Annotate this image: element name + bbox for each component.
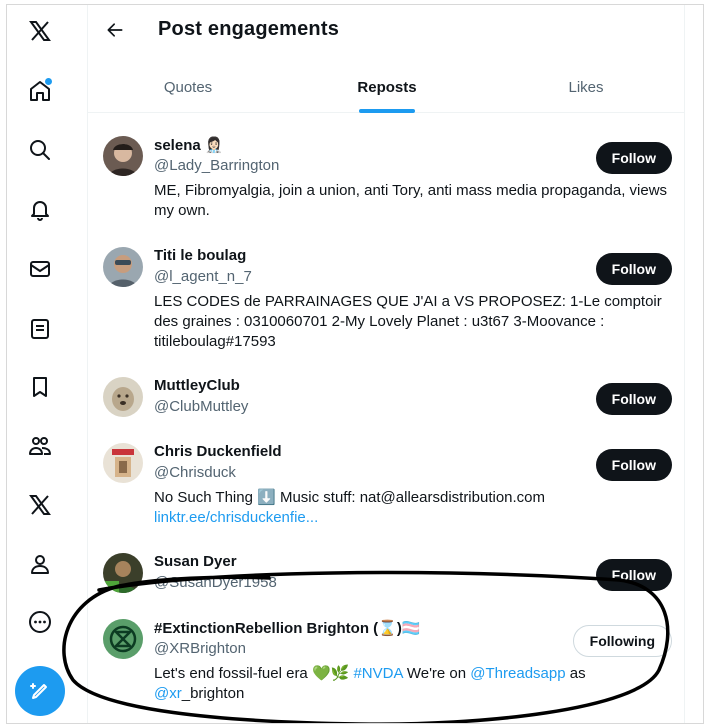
communities-icon[interactable]	[26, 432, 54, 460]
user-cell[interactable]: Susan Dyer @SusanDyer1958 Follow	[88, 553, 684, 603]
notification-dot	[45, 78, 52, 85]
app-window: Post engagements Quotes Reposts Likes se…	[6, 4, 704, 724]
avatar[interactable]	[103, 247, 143, 287]
tab-reposts[interactable]: Reposts	[287, 61, 487, 113]
user-handle[interactable]: @l_agent_n_7	[154, 268, 252, 285]
user-handle[interactable]: @ClubMuttley	[154, 398, 248, 415]
user-name[interactable]: MuttleyClub	[154, 377, 240, 394]
more-icon[interactable]	[26, 608, 54, 636]
page-title: Post engagements	[158, 18, 340, 40]
user-cell[interactable]: Chris Duckenfield @Chrisduck Follow No S…	[88, 443, 684, 533]
user-bio: Let's end fossil-fuel era 💚🌿 #NVDA We're…	[154, 665, 586, 702]
search-icon[interactable]	[26, 136, 54, 164]
profile-icon[interactable]	[26, 550, 54, 578]
premium-x-icon[interactable]	[26, 491, 54, 519]
follow-button[interactable]: Follow	[595, 142, 672, 174]
x-logo-icon[interactable]	[26, 17, 54, 45]
hashtag-link[interactable]: #NVDA	[353, 665, 402, 682]
user-name[interactable]: selena 👩🏻‍⚕️	[154, 136, 224, 154]
user-cell[interactable]: #ExtinctionRebellion Brighton (⌛)🏳️‍⚧️ @…	[88, 619, 684, 709]
user-name[interactable]: Titi le boulag	[154, 247, 246, 264]
bookmarks-icon[interactable]	[26, 373, 54, 401]
avatar[interactable]	[103, 136, 143, 176]
user-name[interactable]: Susan Dyer	[154, 553, 237, 570]
user-bio: No Such Thing ⬇️ Music stuff: nat@allear…	[154, 489, 546, 526]
notifications-icon[interactable]	[26, 196, 54, 224]
follow-button[interactable]: Follow	[595, 253, 672, 285]
sidebar	[7, 5, 77, 723]
main-column: Post engagements Quotes Reposts Likes se…	[87, 5, 685, 723]
user-bio: ME, Fibromyalgia, join a union, anti Tor…	[154, 182, 668, 219]
compose-post-button[interactable]	[15, 666, 65, 716]
user-handle[interactable]: @Chrisduck	[154, 464, 236, 481]
follow-button[interactable]: Follow	[595, 449, 672, 481]
arrow-left-icon	[107, 23, 123, 37]
mention-link[interactable]: @Threadsapp	[470, 665, 565, 682]
lists-icon[interactable]	[26, 315, 54, 343]
user-name[interactable]: Chris Duckenfield	[154, 443, 282, 460]
avatar[interactable]	[103, 619, 143, 659]
follow-button[interactable]: Follow	[595, 559, 672, 591]
page-header: Post engagements	[88, 5, 684, 55]
compose-post-icon	[30, 683, 47, 699]
engagement-tabs: Quotes Reposts Likes	[88, 61, 684, 113]
follow-button[interactable]: Follow	[595, 383, 672, 415]
messages-icon[interactable]	[26, 255, 54, 283]
user-cell[interactable]: selena 👩🏻‍⚕️ @Lady_Barrington Follow ME,…	[88, 136, 684, 226]
home-icon[interactable]	[26, 77, 54, 105]
user-name[interactable]: #ExtinctionRebellion Brighton (⌛)🏳️‍⚧️	[154, 619, 421, 637]
user-cell[interactable]: MuttleyClub @ClubMuttley Follow	[88, 377, 684, 427]
avatar[interactable]	[103, 443, 143, 483]
user-cell[interactable]: Titi le boulag @l_agent_n_7 Follow LES C…	[88, 247, 684, 357]
tab-quotes[interactable]: Quotes	[88, 61, 288, 113]
bio-link[interactable]: linktr.ee/chrisduckenfie...	[154, 509, 318, 526]
back-button[interactable]	[102, 17, 128, 43]
avatar[interactable]	[103, 377, 143, 417]
avatar[interactable]	[103, 553, 143, 593]
mention-link[interactable]: @xr	[154, 685, 182, 702]
user-handle[interactable]: @SusanDyer1958	[154, 574, 277, 591]
user-handle[interactable]: @XRBrighton	[154, 640, 246, 657]
user-bio: LES CODES de PARRAINAGES QUE J'AI a VS P…	[154, 293, 662, 350]
active-tab-indicator	[359, 109, 415, 113]
user-handle[interactable]: @Lady_Barrington	[154, 157, 279, 174]
following-button[interactable]: Following	[572, 625, 672, 657]
tab-likes[interactable]: Likes	[486, 61, 686, 113]
